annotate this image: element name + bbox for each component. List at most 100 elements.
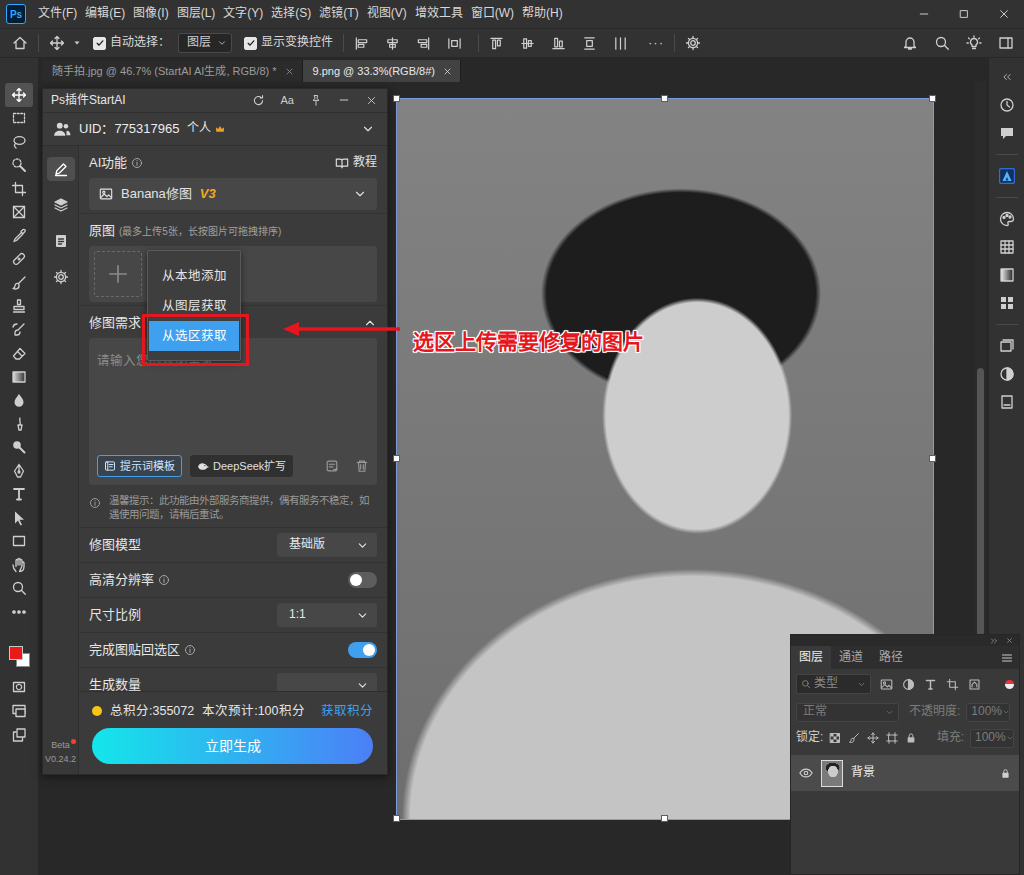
book-icon[interactable] [335, 156, 349, 170]
tool-button[interactable] [5, 295, 33, 319]
grid-panel-button[interactable] [993, 236, 1021, 258]
menu-item[interactable]: 从选区获取 [149, 321, 239, 351]
close-icon[interactable] [1006, 637, 1013, 644]
panel-tab[interactable]: 路径 [871, 646, 911, 669]
palette-icon[interactable] [999, 211, 1015, 227]
gear-icon[interactable] [53, 269, 69, 285]
clear-icon[interactable] [325, 459, 339, 473]
move-lock-icon[interactable] [867, 732, 879, 744]
smudge-tool-icon[interactable] [11, 416, 27, 432]
tool-button[interactable] [5, 436, 33, 460]
menu-label[interactable]: 从本地添加 [162, 268, 227, 284]
align-icon[interactable] [447, 36, 462, 51]
transform-handle[interactable] [393, 455, 400, 462]
tool-button[interactable] [5, 530, 33, 554]
comment-icon[interactable] [999, 125, 1015, 141]
menu-item[interactable]: 图层(L) [173, 4, 220, 24]
type-tool-icon[interactable] [11, 486, 27, 502]
align-button[interactable] [551, 36, 566, 51]
tool-button[interactable] [5, 130, 33, 154]
move-tool-icon[interactable] [11, 87, 27, 103]
target-value[interactable]: 图层 [187, 35, 211, 51]
docs-icon[interactable] [999, 394, 1015, 410]
menu-item[interactable]: 选择(S) [267, 4, 315, 24]
adjust-panel-button[interactable] [993, 363, 1021, 385]
side-tab[interactable] [47, 229, 75, 253]
close-icon[interactable] [443, 67, 452, 76]
startai-panel-button[interactable] [993, 165, 1021, 187]
doc-icon[interactable] [53, 233, 69, 249]
menu-item[interactable]: 滤镜(T) [315, 4, 362, 24]
gradsq-panel-button[interactable] [993, 264, 1021, 286]
info-icon[interactable] [184, 644, 196, 656]
tutorial-link[interactable]: 教程 [335, 155, 377, 171]
tool-button[interactable] [5, 483, 33, 507]
panel-menu-icon[interactable] [1001, 652, 1013, 664]
button-label[interactable]: 提示词模板 [120, 459, 175, 473]
close-icon[interactable] [366, 95, 377, 106]
tab-label[interactable]: 路径 [879, 650, 903, 666]
maximize-button[interactable] [944, 0, 984, 28]
align-button[interactable] [582, 36, 597, 51]
side-tab[interactable] [47, 193, 75, 217]
brush-lock-icon[interactable] [848, 732, 860, 744]
auto-select-target[interactable]: 图层 [178, 33, 232, 53]
notifications-button[interactable] [902, 35, 918, 51]
heal-tool-icon[interactable] [11, 251, 27, 267]
select-field[interactable] [277, 673, 377, 691]
menu-item[interactable]: 图像(I) [129, 4, 172, 24]
auto-select-checkbox[interactable]: 自动选择： [93, 35, 170, 51]
align-button[interactable] [354, 36, 369, 51]
hand-tool-icon[interactable] [11, 557, 27, 573]
menu-label[interactable]: 从图层获取 [162, 298, 227, 314]
align-button[interactable] [489, 36, 504, 51]
requirement-input[interactable] [97, 353, 369, 455]
tab-label[interactable]: 9.png @ 33.3%(RGB/8#) [313, 64, 435, 78]
quickmask-button[interactable] [5, 675, 33, 699]
eye-icon[interactable] [799, 766, 813, 780]
upload-area[interactable]: 从本地添加从图层获取从选区获取 [89, 246, 377, 302]
stamp-tool-icon[interactable] [11, 298, 27, 314]
close-icon[interactable] [285, 67, 294, 76]
toggle-switch[interactable] [348, 642, 377, 658]
opacity-field[interactable]: 100% [966, 703, 1010, 722]
workspace-icon[interactable] [998, 35, 1014, 51]
align-button[interactable] [447, 36, 462, 51]
screen-button[interactable] [5, 699, 33, 723]
template-icon[interactable] [104, 460, 116, 472]
model-name[interactable]: Banana修图 [121, 186, 192, 203]
eraser-tool-icon[interactable] [11, 345, 27, 361]
eyedrop-tool-icon[interactable] [11, 228, 27, 244]
menu-label[interactable]: 从选区获取 [162, 328, 227, 344]
menu-item[interactable]: 从图层获取 [149, 291, 239, 321]
close-icon[interactable] [998, 8, 1010, 20]
prompt-template-button[interactable]: 提示词模板 [97, 455, 182, 477]
menu-item[interactable]: 帮助(H) [518, 4, 567, 24]
align-icon[interactable] [385, 36, 400, 51]
share-button[interactable] [5, 723, 33, 747]
comment-panel-button[interactable] [993, 122, 1021, 144]
info-icon[interactable] [158, 574, 170, 586]
transform-handle[interactable] [929, 95, 936, 102]
info-icon[interactable] [131, 157, 143, 169]
tool-button[interactable] [5, 224, 33, 248]
collapse-icon[interactable] [990, 637, 998, 645]
marquee-tool-icon[interactable] [11, 110, 27, 126]
rect-tool-icon[interactable] [11, 533, 27, 549]
tool-button[interactable] [5, 177, 33, 201]
ai-function-select[interactable]: Banana修图V3 [89, 178, 377, 210]
share-icon[interactable] [11, 727, 27, 743]
zoom-tool-icon[interactable] [11, 580, 27, 596]
palette-panel-button[interactable] [993, 208, 1021, 230]
docs-panel-button[interactable] [993, 391, 1021, 413]
layer-filter[interactable]: 类型 [796, 674, 871, 694]
pencil-icon[interactable] [53, 161, 69, 177]
tab-label[interactable]: 随手拍.jpg @ 46.7% (StartAI AI生成, RGB/8) * [52, 64, 277, 78]
transform-handle[interactable] [393, 815, 400, 822]
dropdown-caret-icon[interactable] [73, 39, 81, 47]
gradsq-icon[interactable] [999, 267, 1015, 283]
tool-button[interactable] [5, 154, 33, 178]
select-field[interactable]: 1:1 [277, 603, 377, 627]
swatches-icon[interactable] [999, 295, 1015, 311]
crop-tool-icon[interactable] [11, 181, 27, 197]
